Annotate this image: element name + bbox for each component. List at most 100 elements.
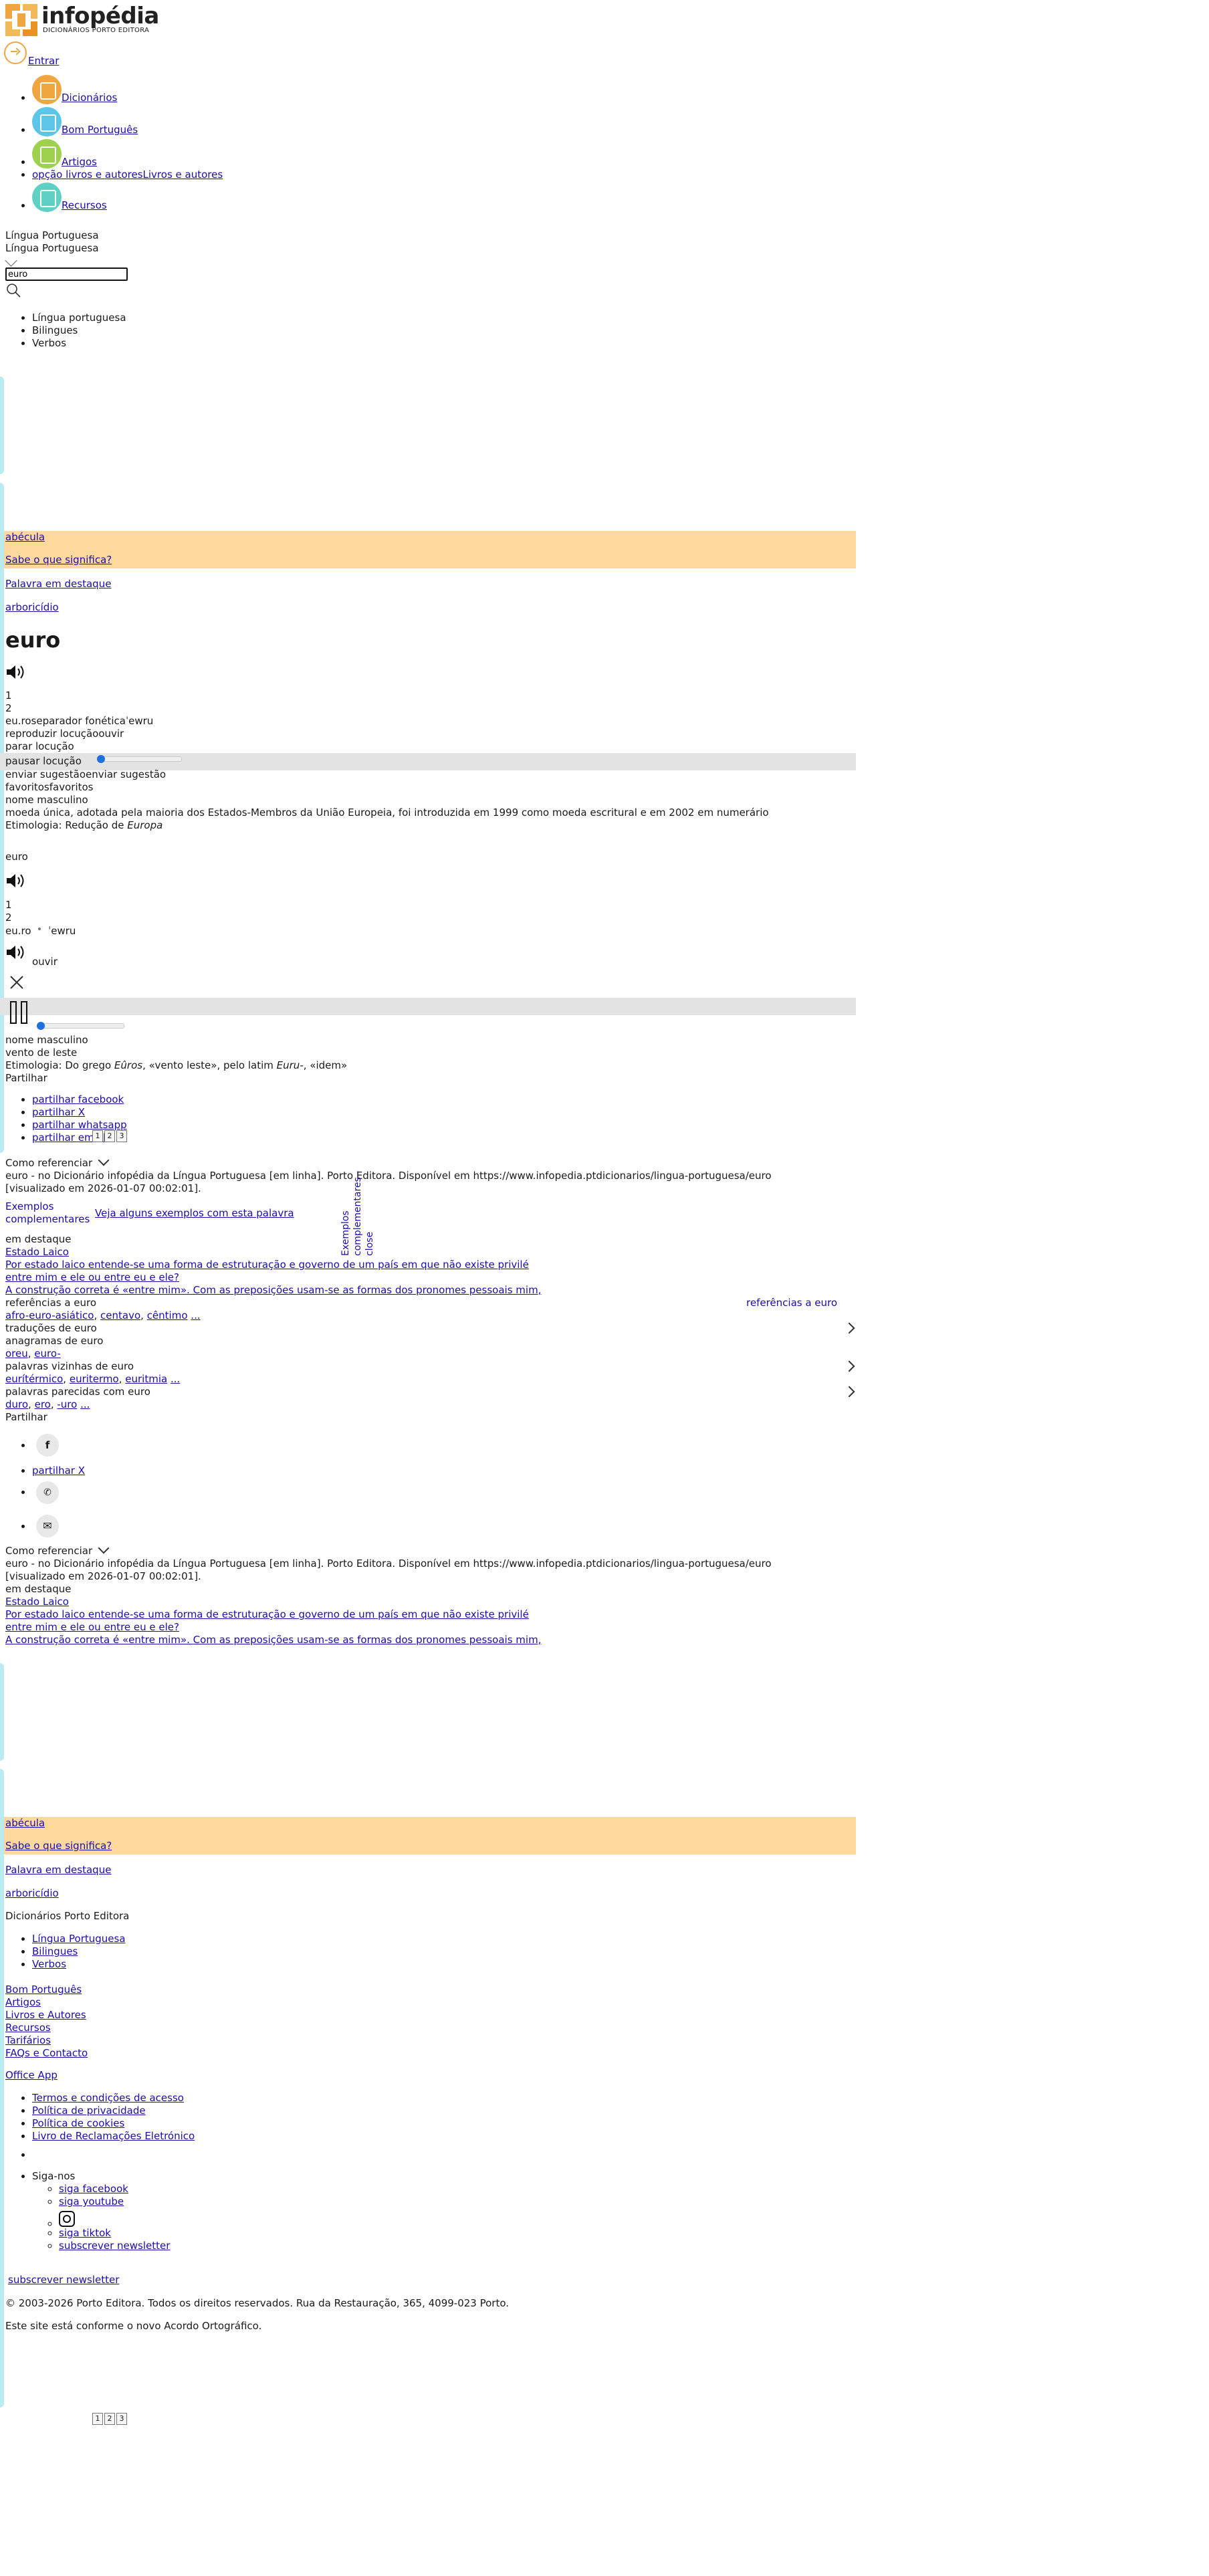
nav-label[interactable]: Artigos: [62, 156, 97, 168]
neighbor-link[interactable]: euritmia: [125, 1373, 167, 1385]
pager-item[interactable]: 1: [92, 1130, 103, 1142]
reference-label[interactable]: Como referenciar: [5, 1545, 92, 1557]
highlight-link[interactable]: entre mim e ele ou entre eu e ele?: [5, 1271, 179, 1283]
pause-icon[interactable]: [9, 1000, 29, 1027]
nav-label[interactable]: Recursos: [62, 199, 107, 211]
footer-link[interactable]: Bilingues: [32, 1945, 78, 1957]
ref-more[interactable]: ...: [191, 1309, 200, 1321]
suggest-label[interactable]: enviar sugestão: [86, 768, 166, 780]
close-icon[interactable]: [9, 975, 24, 992]
suggest-row[interactable]: enviar sugestãoenviar sugestão: [5, 768, 166, 781]
newsletter-link[interactable]: subscrever newsletter: [59, 2240, 170, 2252]
nav-item-artigos[interactable]: Artigos: [32, 139, 433, 169]
neighbors-label[interactable]: palavras vizinhas de euro: [5, 1360, 134, 1373]
examples-prompt[interactable]: Veja alguns exemplos com esta palavra: [95, 1207, 294, 1219]
footer-link[interactable]: Recursos: [5, 2022, 51, 2034]
share-x-link[interactable]: partilhar X: [32, 1465, 85, 1477]
play-row[interactable]: reproduzir locuçãoouvir: [5, 728, 124, 740]
suggest-icon[interactable]: enviar sugestão: [5, 768, 86, 780]
reference-toggle[interactable]: Como referenciar: [5, 1542, 110, 1558]
language-select[interactable]: Língua Portuguesa: [5, 242, 99, 255]
pager-item[interactable]: 3: [116, 1130, 127, 1142]
instagram-icon[interactable]: [59, 2211, 75, 2227]
similar-more[interactable]: ...: [80, 1398, 90, 1410]
nav-item-dicionarios[interactable]: Dicionários: [32, 75, 433, 104]
favorites-icon[interactable]: favoritos: [5, 781, 49, 793]
highlight-link[interactable]: A construção correta é «entre mim». Com …: [5, 1284, 541, 1296]
featured-word[interactable]: arboricídio: [5, 1887, 59, 1899]
audio-progress[interactable]: [97, 755, 182, 763]
follow-instagram[interactable]: [59, 2208, 170, 2227]
examples-img-alt[interactable]: Exemplos complementares: [5, 1200, 90, 1225]
pager-item[interactable]: 2: [104, 1130, 115, 1142]
chevron-down-icon[interactable]: [98, 1542, 110, 1554]
follow-youtube-link[interactable]: siga youtube: [59, 2195, 124, 2208]
featured-label[interactable]: Palavra em destaque: [5, 1864, 111, 1876]
anagram-link[interactable]: oreu: [5, 1348, 28, 1360]
follow-tiktok-link[interactable]: siga tiktok: [59, 2227, 111, 2239]
promo-word-box[interactable]: [4, 531, 856, 568]
pager-item[interactable]: 3: [116, 2413, 127, 2425]
nav-label[interactable]: Dicionários: [62, 92, 117, 104]
similar-link[interactable]: -uro: [57, 1398, 77, 1410]
speaker-icon[interactable]: [5, 663, 28, 683]
newsletter-subscribe-button[interactable]: subscrever newsletter: [8, 2274, 119, 2286]
legal-link[interactable]: Política de privacidade: [32, 2105, 146, 2117]
listen-label[interactable]: ouvir: [98, 728, 124, 740]
examples-panel-tab[interactable]: Exemplos complementares - close: [340, 1169, 375, 1256]
similar-link[interactable]: duro: [5, 1398, 28, 1410]
footer-link[interactable]: Tarifários: [5, 2034, 51, 2046]
facebook-icon[interactable]: f: [36, 1434, 59, 1457]
ref-link[interactable]: centavo: [100, 1309, 140, 1321]
featured-word[interactable]: arboricídio: [5, 601, 59, 613]
translations-label[interactable]: traduções de euro: [5, 1322, 97, 1335]
dropdown-option[interactable]: Verbos: [32, 337, 126, 350]
highlight-link[interactable]: entre mim e ele ou entre eu e ele?: [5, 1621, 179, 1633]
promo-word[interactable]: abécula: [5, 1817, 45, 1829]
stop-icon[interactable]: parar locução: [5, 740, 74, 753]
chevron-down-icon[interactable]: [5, 254, 17, 267]
nav-item-bom-portugues[interactable]: Bom Português: [32, 107, 433, 136]
highlight-title[interactable]: Estado Laico: [5, 1246, 69, 1258]
office-app-link[interactable]: Office App: [5, 2069, 58, 2081]
speaker-icon[interactable]: [5, 872, 28, 892]
favorites-label[interactable]: favoritos: [49, 781, 94, 793]
progress-thumb[interactable]: [37, 1022, 45, 1030]
login-link[interactable]: Entrar: [4, 41, 59, 67]
progress-thumb[interactable]: [97, 755, 105, 763]
reference-label[interactable]: Como referenciar: [5, 1157, 92, 1169]
anagram-link[interactable]: euro-: [34, 1348, 60, 1360]
promo-word[interactable]: abécula: [5, 531, 45, 543]
play-row[interactable]: ouvir: [5, 944, 58, 968]
footer-link[interactable]: Bom Português: [5, 1983, 82, 1996]
ref-link[interactable]: afro-euro-asiático: [5, 1309, 94, 1321]
share-x-link[interactable]: partilhar X: [32, 1106, 85, 1118]
footer-link[interactable]: FAQs e Contacto: [5, 2047, 88, 2059]
chevron-right-icon[interactable]: [843, 1360, 855, 1373]
legal-link[interactable]: Termos e condições de acesso: [32, 2092, 184, 2104]
play-icon[interactable]: reproduzir locução: [5, 728, 98, 740]
chevron-down-icon[interactable]: [98, 1154, 110, 1166]
footer-link[interactable]: Língua Portuguesa: [32, 1933, 126, 1945]
search-icon[interactable]: [5, 282, 21, 301]
highlight-link[interactable]: Por estado laico entende-se uma forma de…: [5, 1608, 529, 1620]
footer-link[interactable]: Verbos: [32, 1958, 66, 1970]
neighbor-link[interactable]: eurítérmico: [5, 1373, 63, 1385]
share-facebook[interactable]: f: [32, 1431, 85, 1465]
ref-link[interactable]: cêntimo: [147, 1309, 188, 1321]
similar-label[interactable]: palavras parecidas com euro: [5, 1386, 150, 1398]
share-email[interactable]: ✉: [32, 1511, 85, 1544]
nav-item-recursos[interactable]: Recursos: [32, 183, 433, 212]
pause-icon[interactable]: pausar locução: [5, 755, 82, 768]
similar-link[interactable]: ero: [35, 1398, 51, 1410]
highlight-link[interactable]: Por estado laico entende-se uma forma de…: [5, 1259, 529, 1271]
highlight-link[interactable]: A construção correta é «entre mim». Com …: [5, 1634, 541, 1646]
share-whatsapp-link[interactable]: partilhar whatsapp: [32, 1119, 127, 1131]
pager-item[interactable]: 1: [92, 2413, 103, 2425]
logo[interactable]: [5, 4, 37, 36]
share-whatsapp[interactable]: ✆: [32, 1477, 85, 1511]
promo-prompt[interactable]: Sabe o que significa?: [5, 554, 112, 566]
footer-link[interactable]: Artigos: [5, 1996, 41, 2008]
legal-link[interactable]: Política de cookies: [32, 2117, 124, 2129]
neighbor-link[interactable]: euritermo: [70, 1373, 119, 1385]
